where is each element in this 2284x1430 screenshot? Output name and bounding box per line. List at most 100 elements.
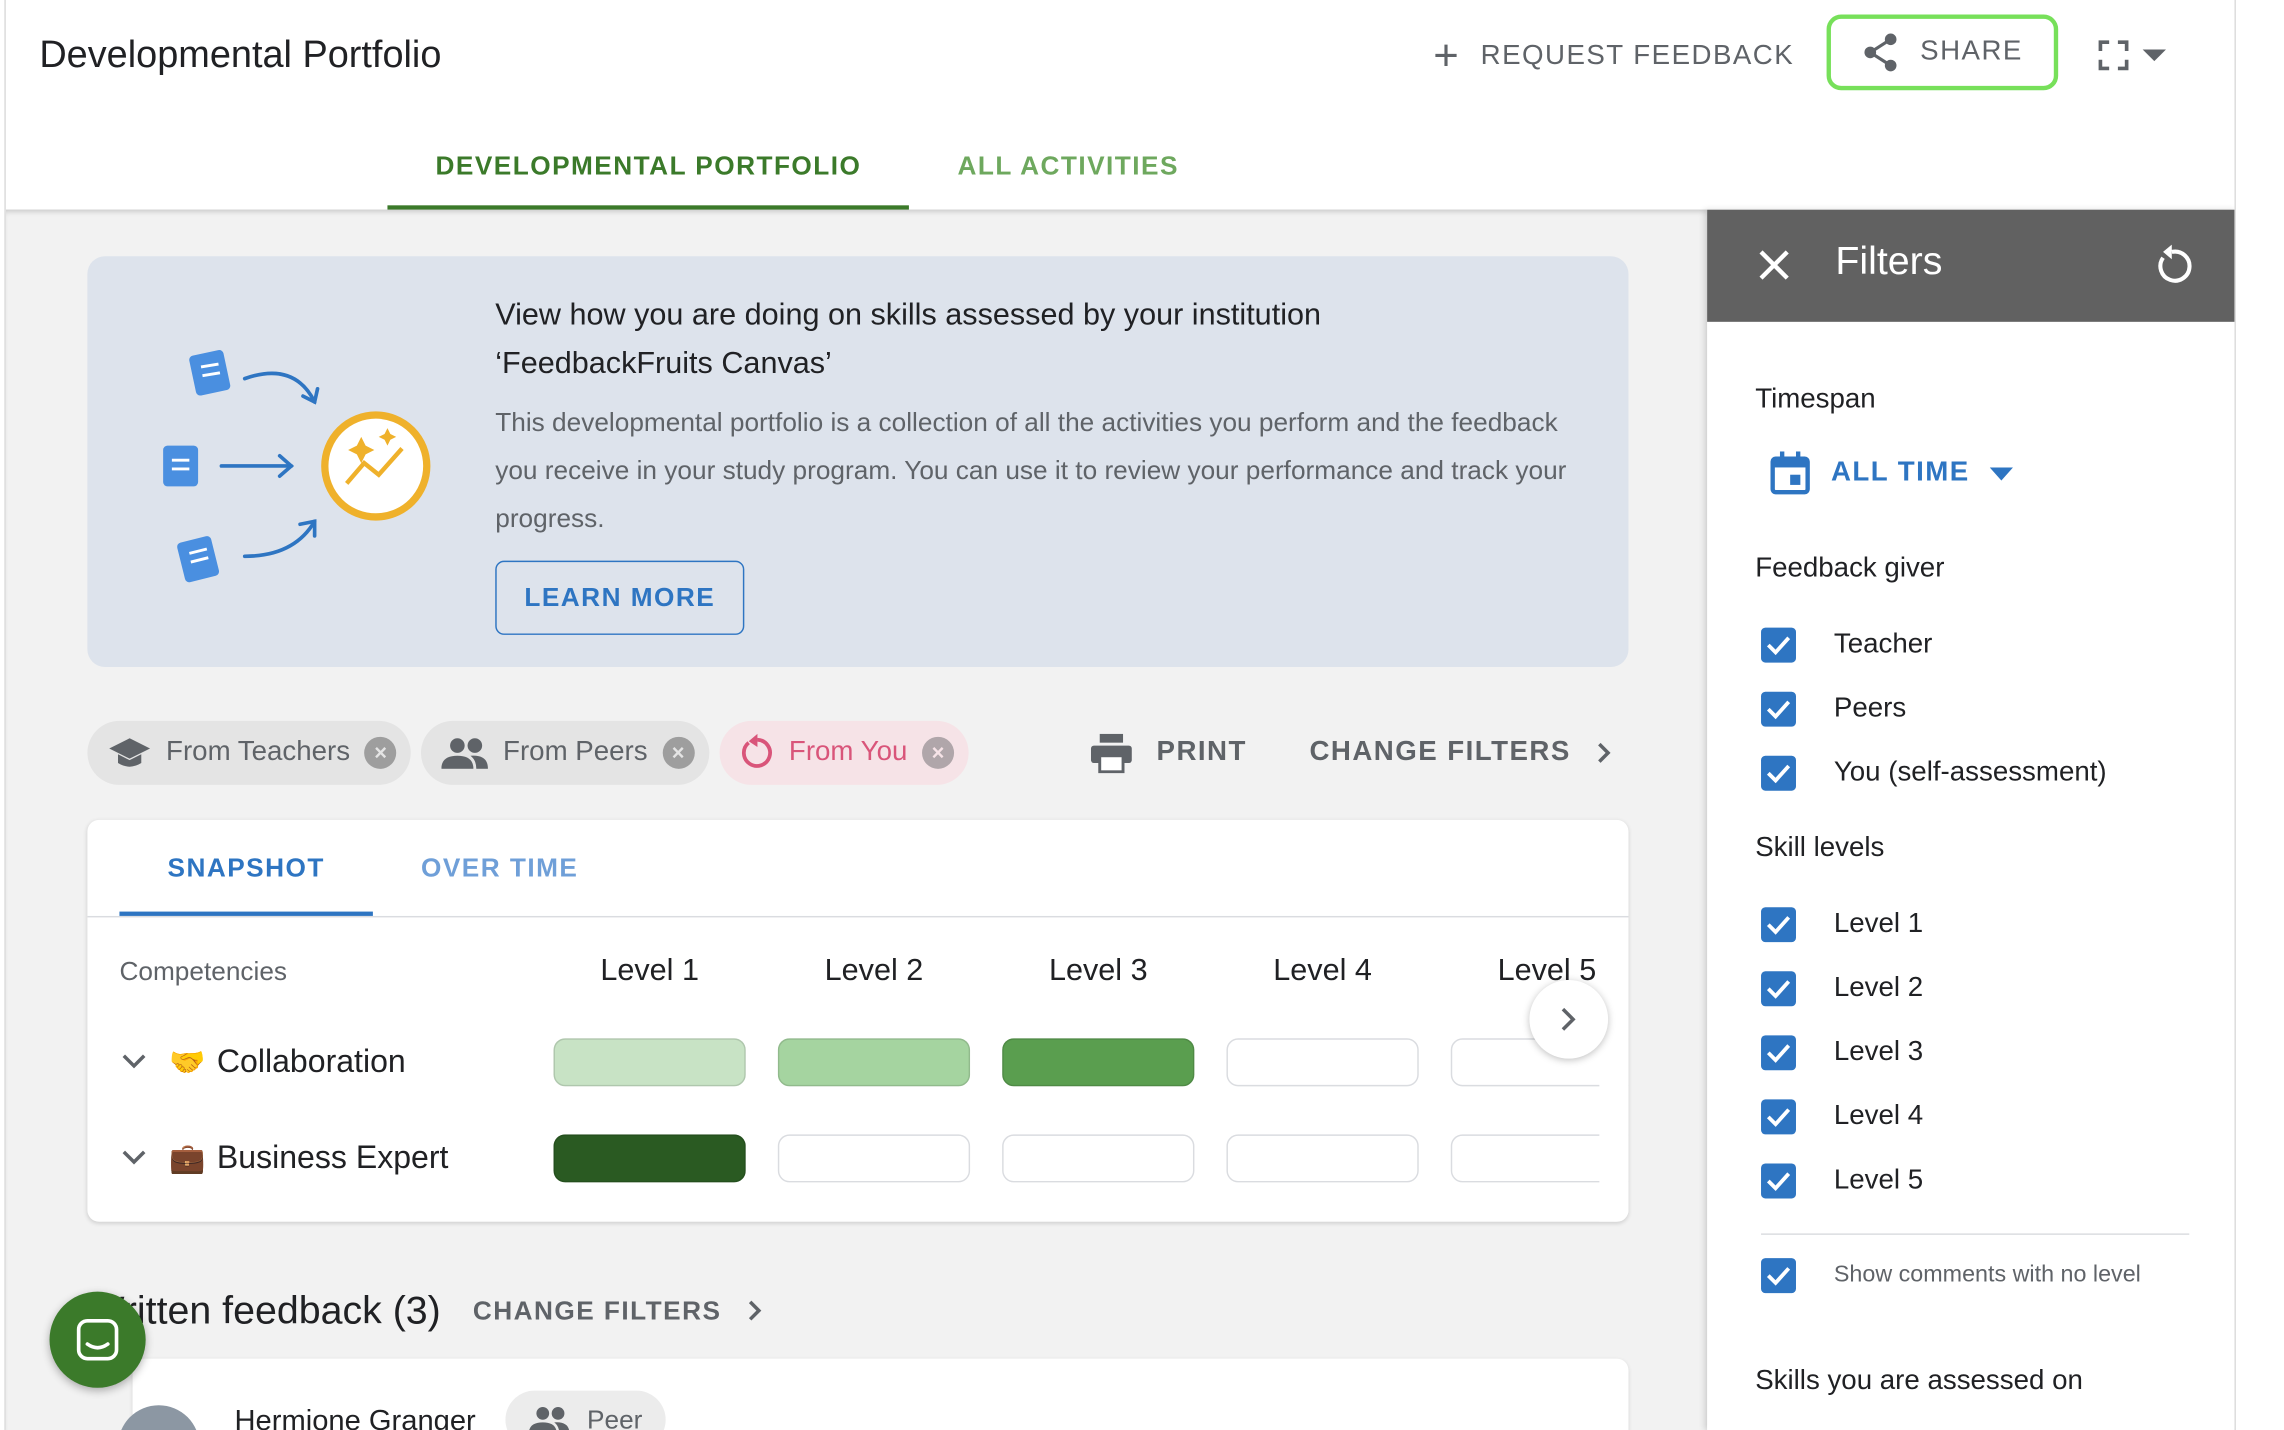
level-cell[interactable] <box>1002 1038 1195 1087</box>
feedback-giver-label: Feedback giver <box>1755 553 1945 584</box>
remove-chip-icon[interactable]: × <box>921 736 954 769</box>
briefcase-icon: 💼 <box>168 1142 206 1175</box>
learn-more-button[interactable]: LEARN MORE <box>495 560 745 635</box>
share-label: SHARE <box>1920 36 2023 67</box>
tab-snapshot[interactable]: SNAPSHOT <box>119 820 373 916</box>
written-change-filters-button[interactable]: CHANGE FILTERS <box>473 1295 762 1326</box>
main-tabs: DEVELOPMENTAL PORTFOLIO ALL ACTIVITIES <box>283 122 1227 210</box>
app-frame: Developmental Portfolio + REQUEST FEEDBA… <box>4 0 2236 1430</box>
checkbox-checked-icon[interactable] <box>1761 627 1796 663</box>
change-filters-button[interactable]: CHANGE FILTERS <box>1309 721 1612 785</box>
chip-from-peers[interactable]: From Peers × <box>421 720 709 785</box>
checkbox-checked-icon[interactable] <box>1761 1258 1796 1294</box>
scroll-right-button[interactable] <box>1529 980 1609 1059</box>
competency-row-business-expert[interactable]: 💼 Business Expert <box>119 1133 448 1183</box>
role-label: Peer <box>587 1404 643 1430</box>
checkbox-row[interactable]: Level 4 <box>1761 1098 1923 1136</box>
checkbox-checked-icon[interactable] <box>1761 691 1796 727</box>
checkbox-label: Level 1 <box>1833 908 1924 940</box>
checkbox-row[interactable]: Level 3 <box>1761 1034 1923 1072</box>
checkbox-checked-icon[interactable] <box>1761 907 1796 943</box>
checkbox-checked-icon[interactable] <box>1761 1163 1796 1199</box>
checkbox-checked-icon[interactable] <box>1761 971 1796 1007</box>
fullscreen-menu-button[interactable] <box>2098 35 2185 76</box>
caret-down-icon <box>2142 49 2166 62</box>
remove-chip-icon[interactable]: × <box>662 736 695 769</box>
checkbox-label: Level 4 <box>1833 1100 1924 1132</box>
chat-launcher-button[interactable] <box>49 1291 146 1388</box>
banner-title-line1: View how you are doing on skills assesse… <box>495 298 1322 333</box>
reset-icon[interactable] <box>2150 244 2194 289</box>
people-icon <box>529 1407 570 1430</box>
filter-chips: From Teachers × From Peers × From You × <box>87 720 969 785</box>
checkbox-show-no-level[interactable]: Show comments with no level <box>1761 1257 2141 1295</box>
request-feedback-label: REQUEST FEEDBACK <box>1480 40 1795 72</box>
checkbox-checked-icon[interactable] <box>1761 1099 1796 1135</box>
share-icon <box>1864 33 1897 72</box>
level-cell[interactable] <box>1226 1038 1419 1087</box>
fullscreen-icon <box>2098 40 2129 71</box>
checkbox-row[interactable]: Level 1 <box>1761 906 1923 944</box>
competency-name: Business Expert <box>216 1138 449 1176</box>
scroll-mask <box>1599 1023 1629 1222</box>
checkbox-row[interactable]: Teacher <box>1761 626 1932 664</box>
timespan-dropdown[interactable]: ALL TIME <box>1770 449 2014 499</box>
chevron-right-icon <box>1561 1007 1576 1031</box>
print-label: PRINT <box>1156 736 1247 768</box>
remove-chip-icon[interactable]: × <box>364 736 397 769</box>
level-header: Level 4 <box>1273 953 1372 988</box>
calendar-icon <box>1770 451 1810 495</box>
divider <box>87 915 1629 918</box>
header: Developmental Portfolio + REQUEST FEEDBA… <box>5 0 2235 210</box>
timespan-value: ALL TIME <box>1830 457 1970 488</box>
chip-label: From Teachers <box>166 736 351 768</box>
print-button[interactable]: PRINT <box>1090 721 1247 785</box>
chip-from-teachers[interactable]: From Teachers × <box>87 720 412 785</box>
banner-title-line2: ‘FeedbackFruits Canvas’ <box>495 346 832 381</box>
checkbox-checked-icon[interactable] <box>1761 1035 1796 1071</box>
tab-all-activities[interactable]: ALL ACTIVITIES <box>909 122 1227 209</box>
snapshot-card: SNAPSHOT OVER TIME Competencies Level 1 … <box>87 819 1629 1222</box>
level-header: Level 1 <box>600 953 699 988</box>
checkbox-row[interactable]: Level 2 <box>1761 970 1923 1008</box>
skills-assessed-label: Skills you are assessed on <box>1755 1365 2083 1397</box>
request-feedback-button[interactable]: + REQUEST FEEDBACK <box>1433 32 1794 82</box>
competency-row-collaboration[interactable]: 🤝 Collaboration <box>119 1037 406 1087</box>
checkbox-row[interactable]: Peers <box>1761 690 1906 728</box>
level-header: Level 2 <box>824 953 924 988</box>
chevron-down-icon[interactable] <box>119 1053 148 1070</box>
chevron-down-icon[interactable] <box>119 1149 148 1166</box>
skill-levels-label: Skill levels <box>1755 832 1885 864</box>
change-filters-label: CHANGE FILTERS <box>472 1295 722 1325</box>
checkbox-label: You (self-assessment) <box>1833 757 2107 788</box>
level-cell[interactable] <box>777 1038 971 1087</box>
chat-icon <box>76 1318 119 1361</box>
avatar <box>117 1405 200 1430</box>
level-cell[interactable] <box>553 1134 746 1183</box>
checkbox-row[interactable]: Level 5 <box>1761 1162 1923 1200</box>
divider <box>1761 1233 2190 1235</box>
tab-developmental-portfolio[interactable]: DEVELOPMENTAL PORTFOLIO <box>387 122 910 210</box>
checkbox-label: Peers <box>1833 693 1907 724</box>
checkbox-checked-icon[interactable] <box>1761 755 1796 791</box>
feedback-item[interactable]: Hermione Granger Peer <box>117 1358 1629 1430</box>
level-header: Level 3 <box>1048 953 1148 988</box>
close-icon[interactable] <box>1754 245 1795 286</box>
banner-description: This developmental portfolio is a collec… <box>495 407 1567 533</box>
share-button[interactable]: SHARE <box>1826 14 2059 91</box>
chevron-right-icon <box>1598 742 1612 763</box>
competency-name: Collaboration <box>216 1042 406 1080</box>
info-banner: View how you are doing on skills assesse… <box>87 256 1629 667</box>
filters-panel: Filters Timespan ALL TIME Feedback giver… <box>1707 209 2235 1430</box>
chevron-right-icon <box>749 1300 762 1321</box>
graduation-cap-icon <box>109 738 151 767</box>
level-cell[interactable] <box>553 1038 746 1087</box>
tab-over-time[interactable]: OVER TIME <box>373 820 626 916</box>
caret-down-icon <box>1990 466 2014 480</box>
chip-from-you[interactable]: From You × <box>718 720 969 785</box>
printer-icon <box>1090 733 1132 774</box>
level-cell[interactable] <box>1226 1134 1419 1183</box>
level-cell[interactable] <box>777 1134 971 1183</box>
level-cell[interactable] <box>1002 1134 1195 1183</box>
checkbox-row[interactable]: You (self-assessment) <box>1761 754 2107 792</box>
